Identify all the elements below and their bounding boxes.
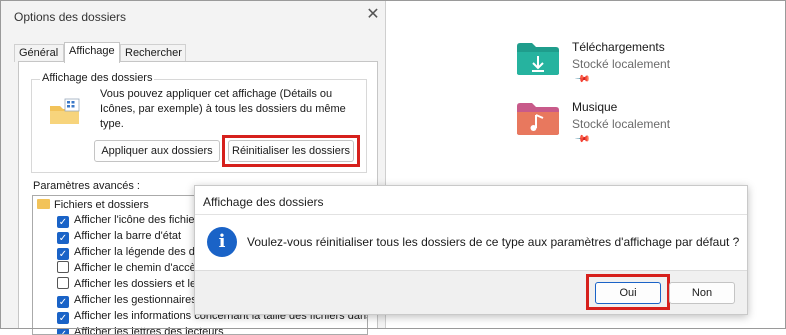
- folder-item-downloads[interactable]: Téléchargements Stocké localement 📌: [516, 40, 766, 92]
- tree-root-files-and-folders: Fichiers et dossiers: [37, 198, 149, 212]
- pin-icon: 📌: [573, 131, 591, 148]
- tab-general[interactable]: Général: [14, 44, 64, 62]
- checkbox[interactable]: ✓: [57, 328, 69, 334]
- yes-highlight-box: [586, 274, 670, 310]
- confirm-dialog: Affichage des dossiers i Voulez-vous réi…: [194, 185, 748, 315]
- confirm-footer: Oui Non: [195, 270, 747, 314]
- setting-row[interactable]: ✓ Afficher les lettres des lecteurs: [57, 325, 224, 335]
- group-description: Vous pouvez appliquer cet affichage (Dét…: [100, 88, 346, 130]
- checkbox[interactable]: ✓: [57, 312, 69, 324]
- confirm-body: i Voulez-vous réinitialiser tous les dos…: [195, 214, 747, 270]
- reset-highlight-box: [222, 135, 360, 167]
- tree-root-label: Fichiers et dossiers: [54, 199, 149, 211]
- checkbox[interactable]: [57, 277, 69, 289]
- checkbox[interactable]: ✓: [57, 248, 69, 260]
- checkbox[interactable]: ✓: [57, 296, 69, 308]
- info-icon: i: [207, 227, 237, 257]
- folder-item-music[interactable]: Musique Stocké localement 📌: [516, 100, 766, 152]
- pin-icon: 📌: [573, 71, 591, 88]
- music-folder-icon: [517, 103, 559, 135]
- checkbox[interactable]: [57, 261, 69, 273]
- folder-status: Stocké localement: [572, 57, 671, 71]
- checkbox[interactable]: ✓: [57, 232, 69, 244]
- tab-affichage[interactable]: Affichage: [64, 42, 120, 63]
- apply-to-folders-button[interactable]: Appliquer aux dossiers: [94, 140, 220, 162]
- advanced-settings-label: Paramètres avancés :: [33, 180, 140, 192]
- setting-row[interactable]: ✓ Afficher la barre d'état: [57, 229, 181, 245]
- setting-label: Afficher les lettres des lecteurs: [74, 326, 224, 335]
- checkbox[interactable]: ✓: [57, 216, 69, 228]
- folder-status: Stocké localement: [572, 117, 671, 131]
- folder-name: Téléchargements: [572, 40, 665, 54]
- folder-icon: [37, 199, 50, 209]
- setting-label: Afficher la barre d'état: [74, 230, 182, 242]
- no-button[interactable]: Non: [669, 282, 735, 304]
- folder-name: Musique: [572, 100, 618, 114]
- group-label: Affichage des dossiers: [40, 72, 155, 84]
- close-icon[interactable]: ✕: [364, 6, 382, 24]
- confirm-message: Voulez-vous réinitialiser tous les dossi…: [247, 235, 740, 249]
- folder-view-group: Affichage des dossiers Vous pouvez appli…: [31, 72, 367, 173]
- confirm-title: Affichage des dossiers: [203, 195, 324, 209]
- tab-rechercher[interactable]: Rechercher: [120, 44, 186, 62]
- download-folder-icon: [517, 43, 559, 75]
- folder-view-icon: [50, 98, 80, 124]
- dialog-title: Options des dossiers: [14, 10, 127, 24]
